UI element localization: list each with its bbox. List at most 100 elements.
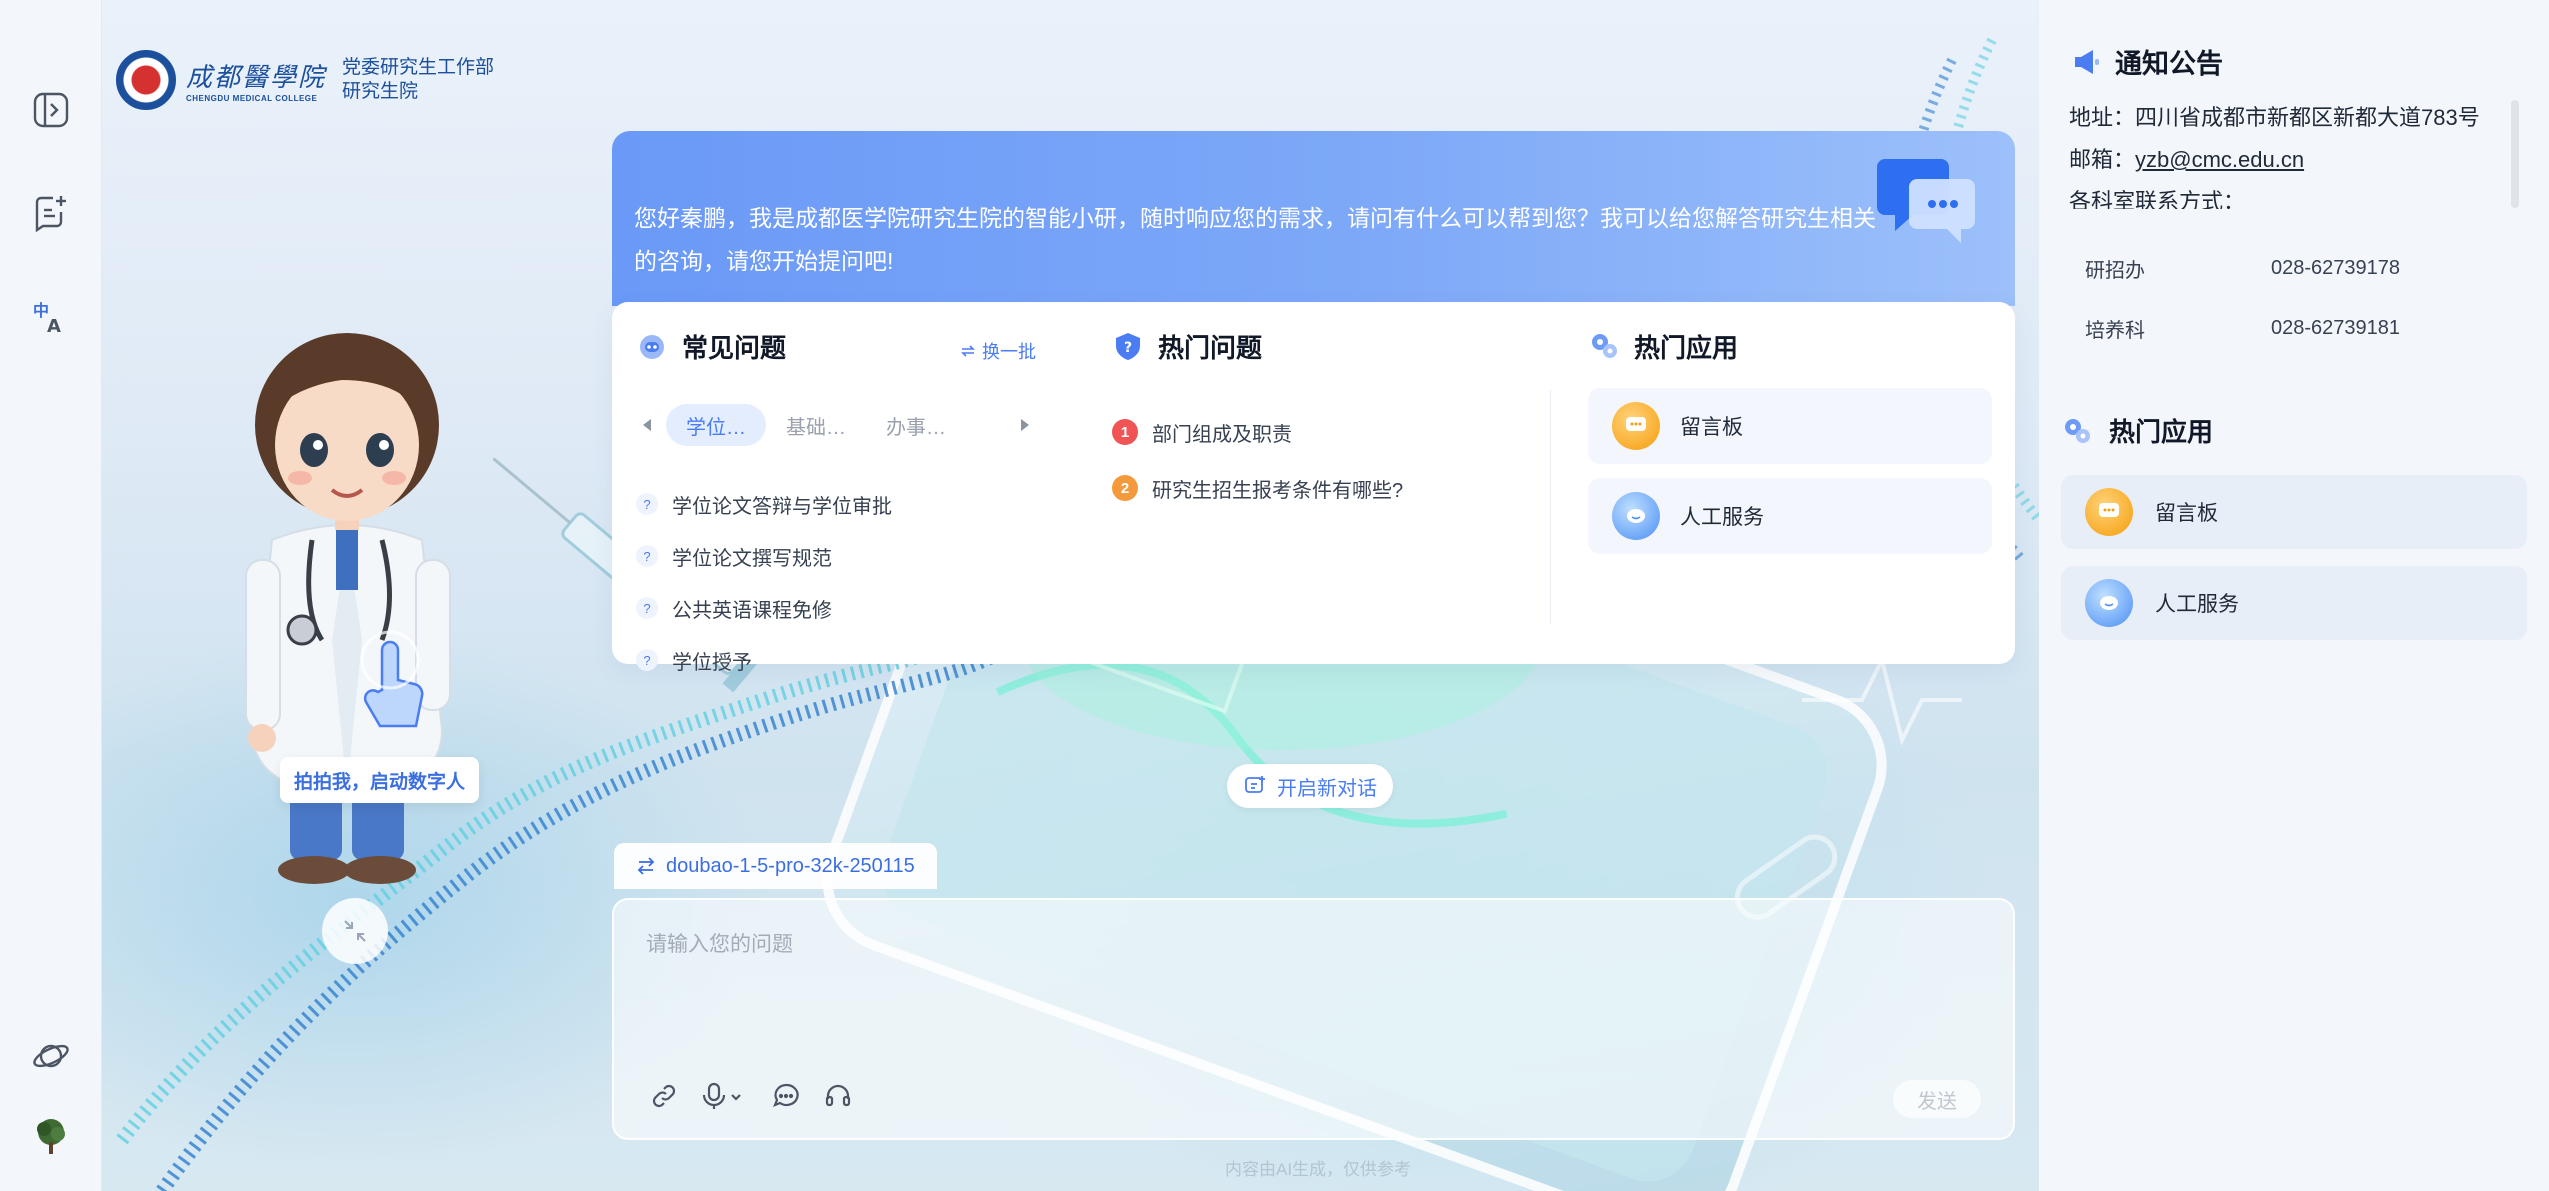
customer-service-button[interactable] (820, 1078, 856, 1114)
hot-question-text: 研究生招生报考条件有哪些? (1152, 479, 1404, 502)
hot-question-item[interactable]: 1 部门组成及职责 (1112, 404, 1403, 460)
send-button[interactable]: 发送 (1893, 1080, 1981, 1118)
human-service-icon (2085, 579, 2133, 627)
hot-question-item[interactable]: 2 研究生招生报考条件有哪些? (1112, 460, 1403, 516)
right-panel: 通知公告 地址：四川省成都市新都区新都大道783号 邮箱：yzb@cmc.edu… (2039, 0, 2549, 1191)
svg-text:?: ? (1124, 340, 1132, 356)
explore-button[interactable] (27, 1032, 75, 1080)
new-chat-icon (1245, 776, 1265, 793)
college-logo: 成都醫學院 CHENGDU MEDICAL COLLEGE 党委研究生工作部 研… (116, 50, 494, 110)
notice-title: 通知公告 (2115, 49, 2223, 79)
hot-questions-list: 1 部门组成及职责 2 研究生招生报考条件有哪些? (1112, 404, 1403, 516)
tab-degree[interactable]: 学位… (666, 404, 766, 446)
ai-disclaimer: 内容由AI生成，仅供参考 (1225, 1160, 1412, 1179)
welcome-banner: 您好秦鹏，我是成都医学院研究生院的智能小研，随时响应您的需求，请问有什么可以帮到… (612, 131, 2015, 306)
digital-doctor-avatar[interactable] (232, 310, 482, 890)
contacts-table: 研招办 028-62739178 培养科 028-62739181 (2069, 238, 2519, 358)
office-name: 培养科 (2085, 319, 2145, 342)
translate-icon: 中 A (33, 301, 61, 336)
new-chat-icon (35, 196, 66, 232)
faq-item[interactable]: ? 学位论文撰写规范 (636, 530, 892, 582)
tabs-next-button[interactable] (1014, 414, 1036, 436)
sidebar-toggle-icon (33, 92, 69, 128)
headset-icon (825, 1084, 851, 1107)
caret-right-icon (1021, 419, 1029, 431)
refresh-label: 换一批 (982, 342, 1036, 362)
email-link[interactable]: yzb@cmc.edu.cn (2135, 147, 2304, 172)
rank-badge: 1 (1112, 419, 1138, 445)
college-name-en: CHENGDU MEDICAL COLLEGE (186, 94, 318, 103)
rank-badge: 2 (1112, 475, 1138, 501)
tabs-prev-button[interactable] (636, 414, 658, 436)
app-label: 人工服务 (1680, 506, 1764, 529)
svg-text:A: A (47, 316, 61, 336)
notice-email-line: 邮箱：yzb@cmc.edu.cn (2069, 139, 2539, 181)
start-avatar-button[interactable]: 拍拍我，启动数字人 (280, 757, 480, 803)
chat-mode-button[interactable] (768, 1078, 804, 1114)
table-row: 培养科 028-62739181 (2069, 298, 2519, 358)
app-human-service[interactable]: 人工服务 (1588, 478, 1992, 554)
help-shield-icon: ? (1116, 333, 1140, 360)
notice-scrollbar[interactable] (2511, 100, 2519, 208)
caret-left-icon (643, 419, 651, 431)
contact-label: 各科室联系方式： (2069, 189, 2246, 209)
model-name: doubao-1-5-pro-32k-250115 (666, 854, 915, 877)
welcome-message: 您好秦鹏，我是成都医学院研究生院的智能小研，随时响应您的需求，请问有什么可以帮到… (634, 205, 1876, 274)
user-avatar[interactable] (27, 1112, 75, 1160)
gears-icon (1592, 334, 1617, 358)
faq-item-text: 学位授予 (672, 651, 752, 674)
new-conversation-label: 开启新对话 (1277, 777, 1377, 800)
planet-icon (33, 1044, 69, 1068)
app-label: 人工服务 (2155, 593, 2239, 616)
question-mark-icon: ? (636, 493, 658, 515)
sidebar-toggle-button[interactable] (27, 86, 75, 134)
question-mark-icon: ? (636, 545, 658, 567)
refresh-faq-button[interactable]: 换一批 (960, 338, 1036, 364)
right-apps-title: 热门应用 (2109, 417, 2214, 447)
link-icon (652, 1084, 676, 1108)
question-mark-icon: ? (636, 649, 658, 671)
office-phone: 028-62739181 (2271, 316, 2401, 339)
faq-item-text: 学位论文撰写规范 (672, 547, 832, 570)
question-mark-icon: ? (636, 597, 658, 619)
voice-input-button[interactable] (698, 1078, 750, 1114)
faq-item-text: 公共英语课程免修 (672, 599, 832, 622)
right-app-message-board[interactable]: 留言板 (2061, 475, 2527, 549)
question-input[interactable] (646, 928, 1966, 1038)
tab-basic[interactable]: 基础… (766, 404, 866, 446)
email-label: 邮箱： (2069, 147, 2136, 172)
chat-input-box: 发送 (612, 898, 2015, 1140)
gears-icon (2065, 418, 2090, 443)
switch-arrows-icon (637, 857, 655, 875)
dept-name-line1: 党委研究生工作部 (342, 57, 495, 78)
attach-link-button[interactable] (646, 1078, 682, 1114)
model-selector[interactable]: doubao-1-5-pro-32k-250115 (614, 843, 937, 889)
new-conversation-button[interactable]: 开启新对话 (1227, 764, 1393, 808)
faq-list: ? 学位论文答辩与学位审批 ? 学位论文撰写规范 ? 公共英语课程免修 ? 学位授予 (636, 478, 892, 686)
app-message-board[interactable]: 留言板 (1588, 388, 1992, 464)
shrink-arrows-icon (344, 920, 366, 942)
notice-address: 地址：四川省成都市新都区新都大道783号 (2069, 105, 2480, 130)
table-row: 研招办 028-62739178 (2069, 238, 2519, 298)
faq-item[interactable]: ? 学位论文答辩与学位审批 (636, 478, 892, 530)
new-chat-button[interactable] (27, 188, 75, 236)
college-name-cn: 成都醫學院 (186, 63, 327, 93)
robot-icon (640, 335, 664, 359)
tab-affairs[interactable]: 办事… (866, 404, 966, 446)
collapse-avatar-button[interactable] (322, 898, 388, 964)
hot-questions-section: ? 热门问题 1 部门组成及职责 2 研究生招生报考条件有哪些? (1112, 326, 1532, 646)
message-board-icon (1612, 402, 1660, 450)
faq-item[interactable]: ? 学位授予 (636, 634, 892, 686)
translate-button[interactable]: 中 A (27, 292, 75, 340)
college-seal-icon (116, 50, 176, 110)
hot-questions-title: 热门问题 (1158, 332, 1263, 363)
right-app-human-service[interactable]: 人工服务 (2061, 566, 2527, 640)
app-label: 留言板 (1680, 416, 1743, 439)
hot-question-text: 部门组成及职责 (1152, 423, 1292, 446)
chat-bubbles-icon (1877, 159, 1975, 243)
faq-item[interactable]: ? 公共英语课程免修 (636, 582, 892, 634)
faq-title: 常见问题 (682, 332, 787, 363)
question-panel: 常见问题 换一批 学位… 基础… 办事… ? 学位论文答辩与学位审批 ? 学位论文撰… (612, 302, 2015, 674)
microphone-icon (702, 1082, 741, 1109)
notice-header: 通知公告 (2071, 42, 2223, 81)
